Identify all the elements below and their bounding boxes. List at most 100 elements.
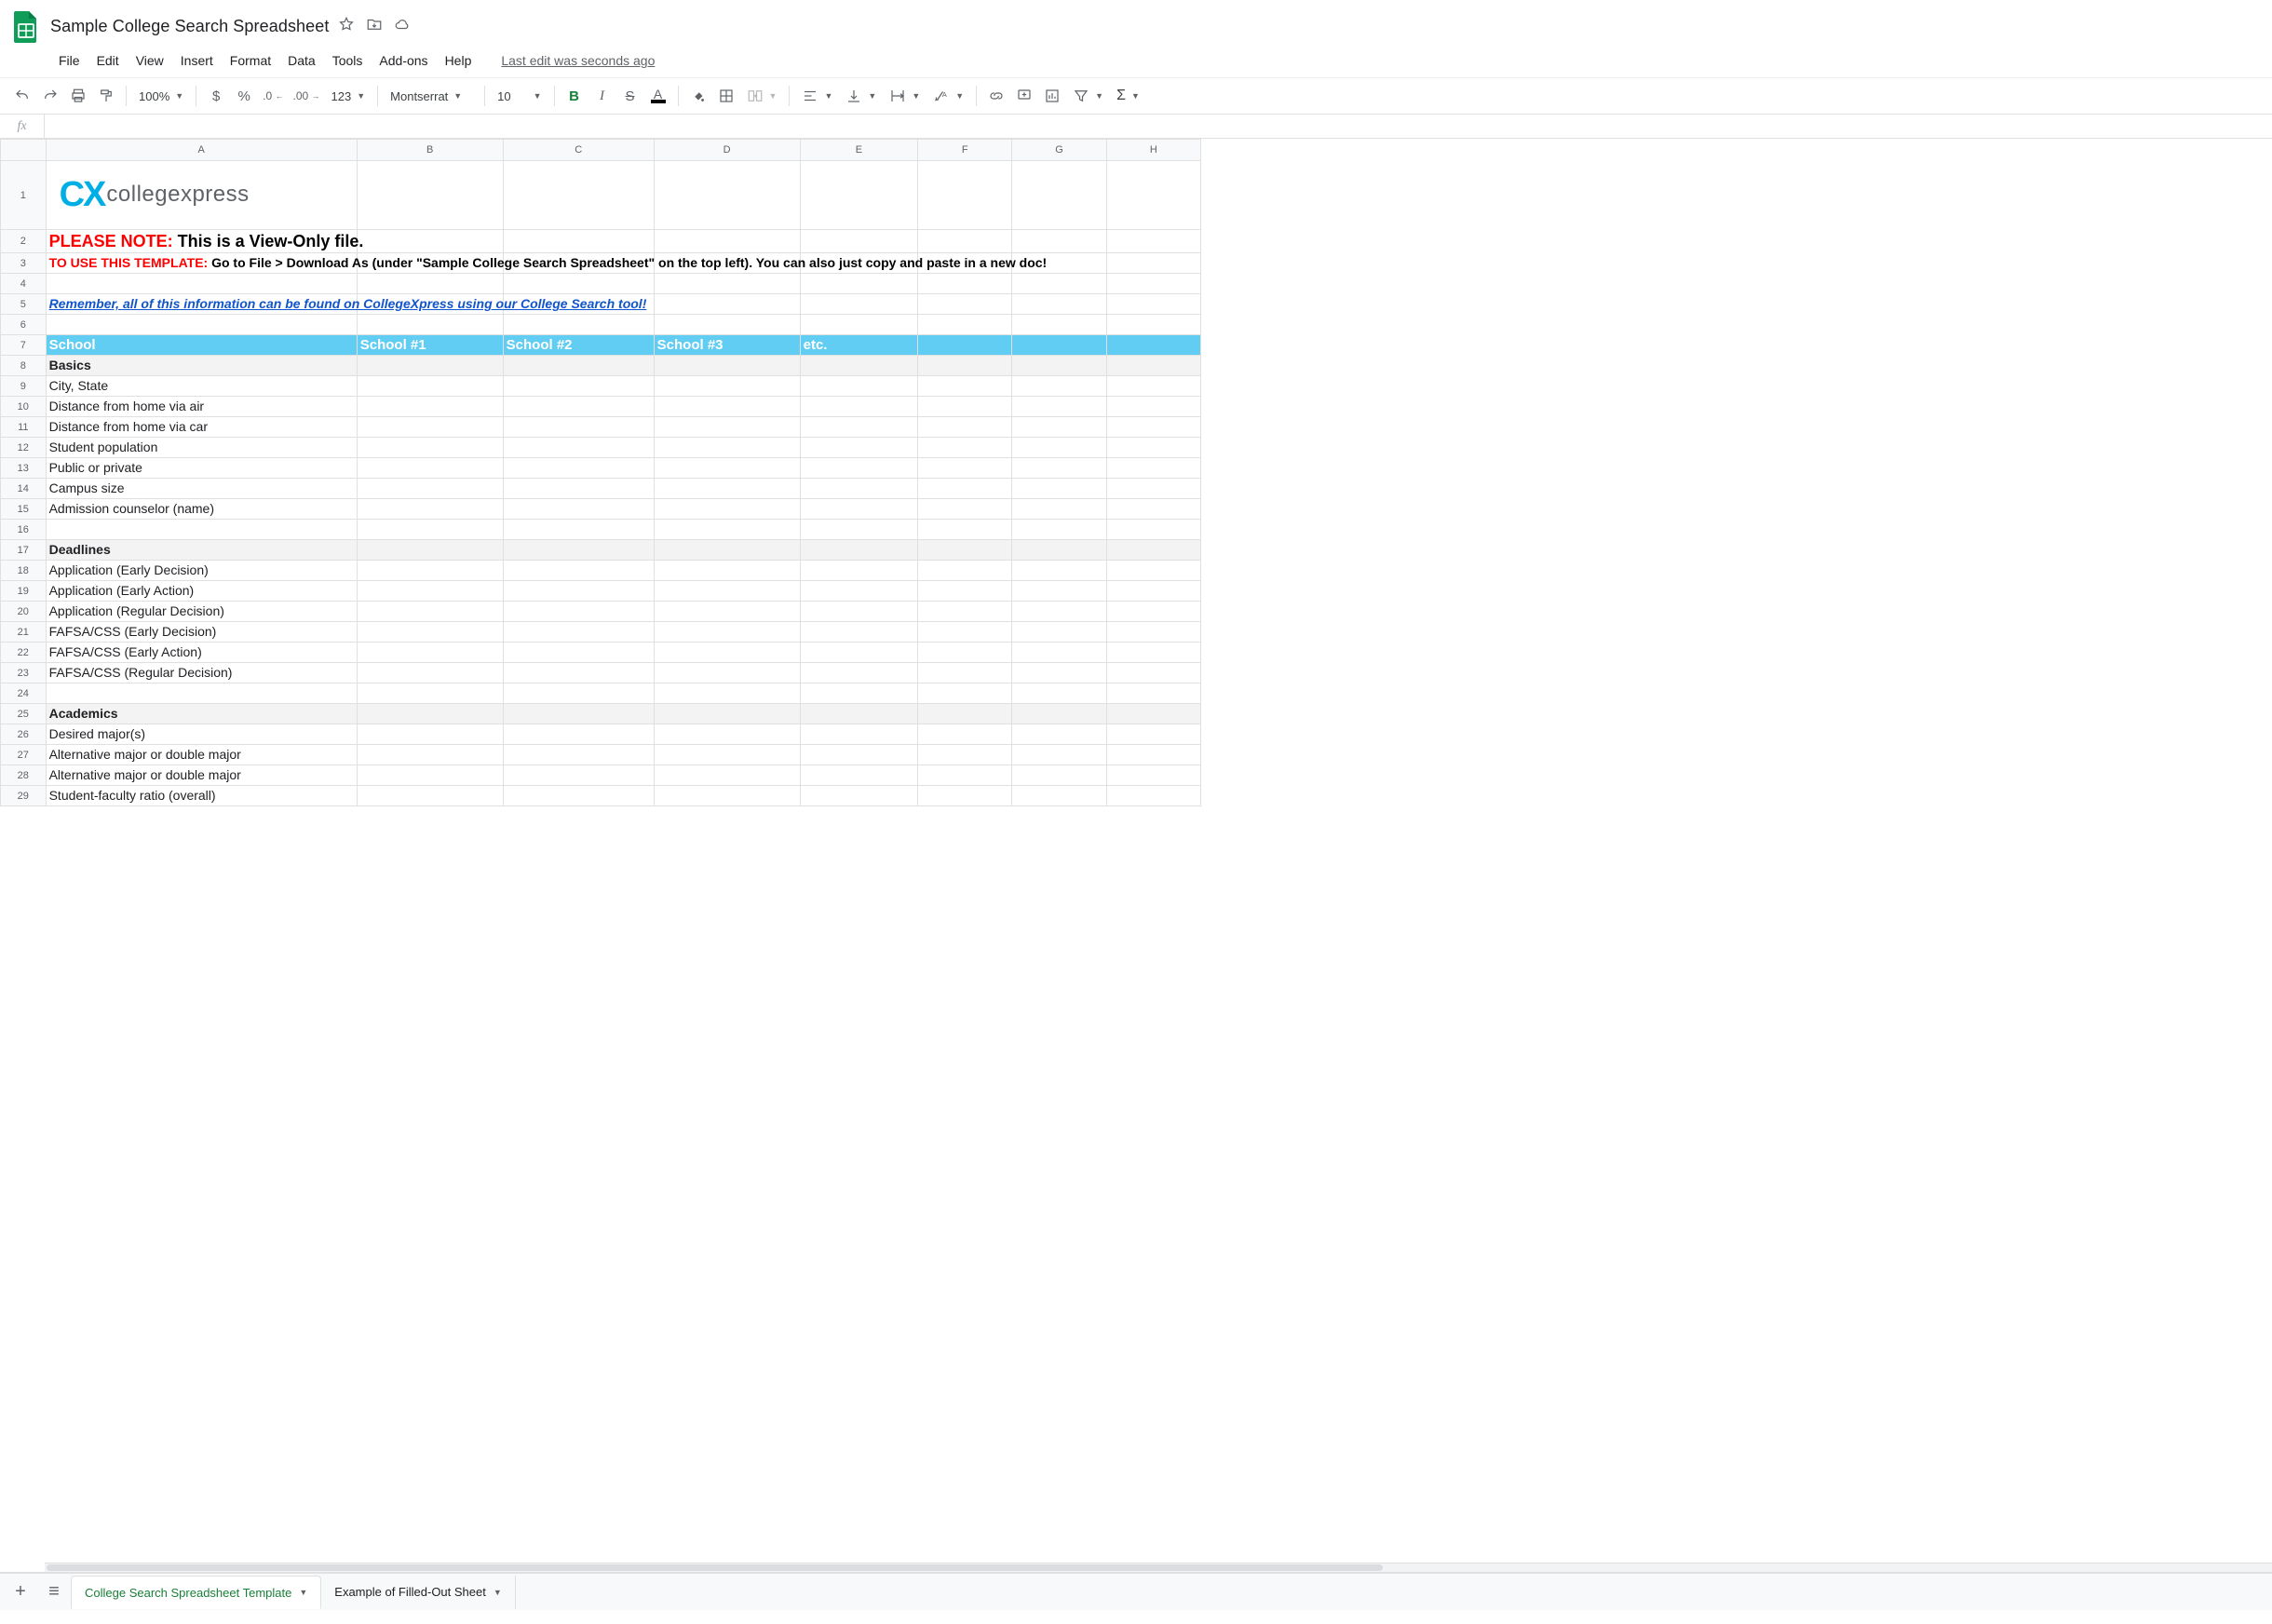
cell[interactable] xyxy=(800,745,918,765)
cell[interactable] xyxy=(800,520,918,540)
cell[interactable] xyxy=(46,520,357,540)
cell[interactable]: School #3 xyxy=(654,335,800,356)
cell[interactable] xyxy=(800,643,918,663)
cell[interactable] xyxy=(918,458,1012,479)
cell[interactable] xyxy=(503,274,654,294)
cell[interactable] xyxy=(1106,683,1200,704)
cell[interactable] xyxy=(1012,683,1106,704)
cell[interactable] xyxy=(503,581,654,602)
cell[interactable] xyxy=(918,335,1012,356)
cell[interactable]: Application (Early Decision) xyxy=(46,561,357,581)
cell[interactable] xyxy=(503,724,654,745)
cell[interactable] xyxy=(357,561,503,581)
cell[interactable] xyxy=(1106,315,1200,335)
cell[interactable]: Academics xyxy=(46,704,357,724)
spreadsheet-grid[interactable]: ABCDEFGH 1CXcollegexpress2PLEASE NOTE: T… xyxy=(0,139,2272,1573)
cell[interactable] xyxy=(654,683,800,704)
cell[interactable] xyxy=(654,765,800,786)
cell[interactable] xyxy=(654,622,800,643)
cell[interactable] xyxy=(357,643,503,663)
cell[interactable] xyxy=(1012,643,1106,663)
cell[interactable] xyxy=(1012,704,1106,724)
cell[interactable] xyxy=(918,786,1012,806)
cell[interactable]: PLEASE NOTE: This is a View-Only file. xyxy=(46,230,357,253)
menu-data[interactable]: Data xyxy=(280,49,323,72)
cell[interactable] xyxy=(46,274,357,294)
cell[interactable] xyxy=(357,745,503,765)
cell[interactable] xyxy=(1106,581,1200,602)
bold-button[interactable]: B xyxy=(561,83,588,109)
cell[interactable] xyxy=(357,230,503,253)
redo-button[interactable] xyxy=(37,83,63,109)
cell[interactable] xyxy=(800,704,918,724)
paint-format-button[interactable] xyxy=(93,83,119,109)
cell[interactable] xyxy=(503,230,654,253)
cell[interactable] xyxy=(800,581,918,602)
cell[interactable] xyxy=(503,643,654,663)
cell[interactable] xyxy=(800,458,918,479)
cell[interactable]: City, State xyxy=(46,376,357,397)
cell[interactable] xyxy=(1012,294,1106,315)
cell[interactable] xyxy=(1012,397,1106,417)
cell[interactable] xyxy=(357,315,503,335)
cell[interactable] xyxy=(918,745,1012,765)
row-header-28[interactable]: 28 xyxy=(1,765,47,786)
cell[interactable] xyxy=(654,499,800,520)
cell[interactable] xyxy=(1106,417,1200,438)
cell[interactable]: Deadlines xyxy=(46,540,357,561)
cloud-status-icon[interactable] xyxy=(394,16,411,37)
font-size-select[interactable]: 10▼ xyxy=(492,83,547,109)
horizontal-align-button[interactable]: ▼ xyxy=(796,83,838,109)
functions-button[interactable]: Σ▼ xyxy=(1111,83,1145,109)
cell[interactable] xyxy=(357,417,503,438)
cell[interactable]: FAFSA/CSS (Early Action) xyxy=(46,643,357,663)
cell[interactable] xyxy=(46,315,357,335)
insert-chart-button[interactable] xyxy=(1039,83,1065,109)
cell[interactable] xyxy=(800,499,918,520)
row-header-13[interactable]: 13 xyxy=(1,458,47,479)
cell[interactable] xyxy=(1106,356,1200,376)
cell[interactable] xyxy=(503,540,654,561)
cell[interactable] xyxy=(503,602,654,622)
menu-insert[interactable]: Insert xyxy=(173,49,221,72)
column-header-C[interactable]: C xyxy=(503,140,654,161)
document-title[interactable]: Sample College Search Spreadsheet xyxy=(50,17,329,36)
cell[interactable] xyxy=(918,581,1012,602)
cell[interactable] xyxy=(503,786,654,806)
cell[interactable] xyxy=(800,724,918,745)
cell[interactable] xyxy=(654,581,800,602)
row-header-18[interactable]: 18 xyxy=(1,561,47,581)
row-header-1[interactable]: 1 xyxy=(1,161,47,230)
row-header-23[interactable]: 23 xyxy=(1,663,47,683)
cell[interactable] xyxy=(918,294,1012,315)
cell[interactable] xyxy=(1012,581,1106,602)
row-header-27[interactable]: 27 xyxy=(1,745,47,765)
text-rotation-button[interactable]: A▼ xyxy=(927,83,969,109)
cell[interactable] xyxy=(357,438,503,458)
star-icon[interactable] xyxy=(338,16,355,37)
cell[interactable] xyxy=(1012,745,1106,765)
cell[interactable] xyxy=(357,479,503,499)
cell[interactable] xyxy=(800,274,918,294)
cell[interactable] xyxy=(503,458,654,479)
cell[interactable] xyxy=(654,561,800,581)
cell[interactable] xyxy=(1106,622,1200,643)
cell[interactable] xyxy=(1012,335,1106,356)
cell[interactable] xyxy=(654,704,800,724)
cell[interactable] xyxy=(800,479,918,499)
filter-button[interactable]: ▼ xyxy=(1067,83,1109,109)
cell[interactable]: School #2 xyxy=(503,335,654,356)
print-button[interactable] xyxy=(65,83,91,109)
cell[interactable] xyxy=(503,376,654,397)
cell[interactable] xyxy=(357,724,503,745)
cell[interactable] xyxy=(1106,561,1200,581)
cell[interactable]: Alternative major or double major xyxy=(46,745,357,765)
cell[interactable] xyxy=(1106,540,1200,561)
cell[interactable] xyxy=(1106,499,1200,520)
cell[interactable] xyxy=(1106,479,1200,499)
cell[interactable] xyxy=(654,663,800,683)
cell[interactable] xyxy=(1012,765,1106,786)
row-header-17[interactable]: 17 xyxy=(1,540,47,561)
cell[interactable]: School xyxy=(46,335,357,356)
row-header-2[interactable]: 2 xyxy=(1,230,47,253)
